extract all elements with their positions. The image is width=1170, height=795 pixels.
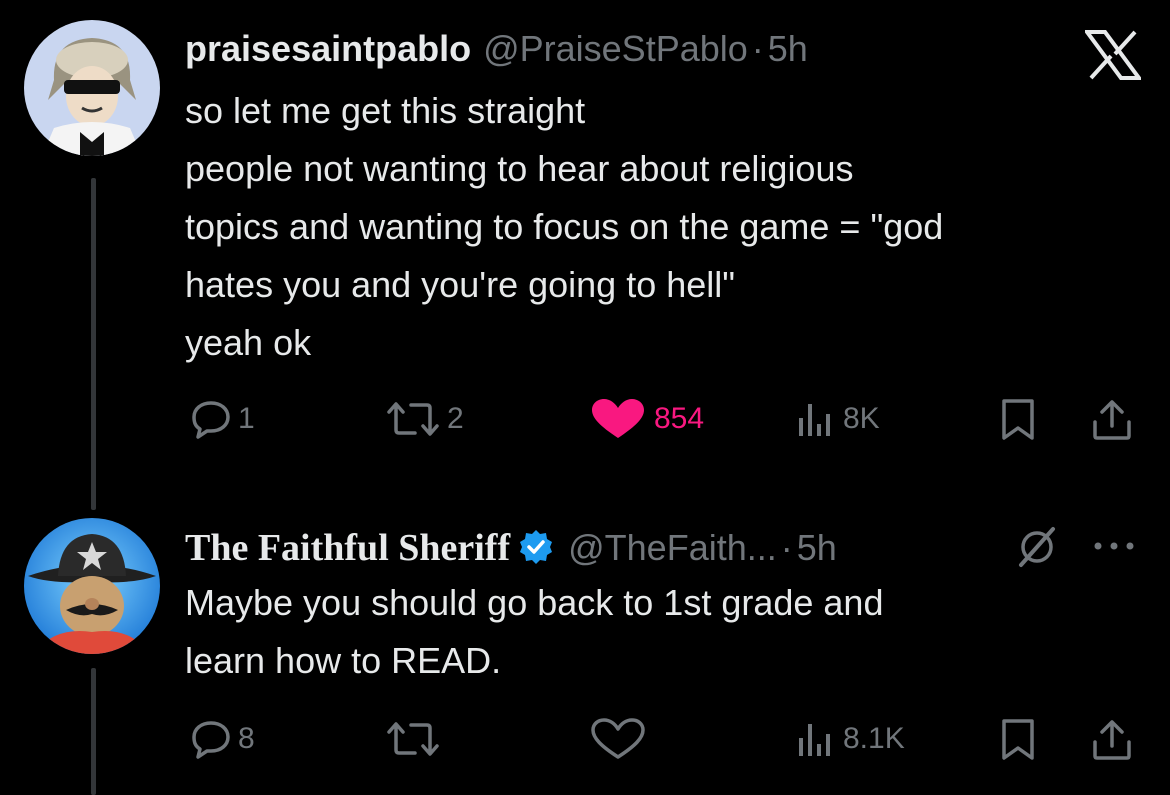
tweet-text-line: so let me get this straight	[185, 90, 586, 131]
reply-reply-count: 8	[238, 722, 255, 755]
share-icon	[1093, 400, 1131, 440]
bookmark-icon	[1002, 719, 1034, 760]
tweet-text: so let me get this straight people not w…	[185, 82, 943, 372]
reply-button[interactable]: 1	[190, 398, 255, 440]
thread-line-top	[91, 178, 96, 510]
tweet-text-line: people not wanting to hear about religio…	[185, 148, 854, 189]
verified-badge-icon	[518, 529, 554, 574]
reply-text: Maybe you should go back to 1st grade an…	[185, 574, 883, 690]
reply-text-line: Maybe you should go back to 1st grade an…	[185, 582, 884, 623]
tweet-text-line: hates you and you're going to hell"	[185, 264, 736, 305]
reply-bookmark-button[interactable]	[998, 718, 1038, 762]
timestamp-separator: ·	[751, 28, 764, 69]
views-icon	[799, 724, 830, 756]
heart-outline-icon	[591, 718, 645, 759]
views-button[interactable]: 8K	[795, 398, 880, 440]
reply-text-line: learn how to READ.	[185, 640, 502, 681]
more-options-icon[interactable]	[1090, 538, 1138, 559]
reply-avatar[interactable]	[24, 518, 160, 654]
share-icon	[1093, 720, 1131, 760]
reply-timestamp[interactable]: 5h	[797, 527, 837, 569]
user-avatar-image	[24, 20, 160, 156]
thread-line-bottom	[91, 668, 96, 795]
author-display-name[interactable]: praisesaintpablo	[185, 28, 471, 70]
reply-like-button[interactable]	[590, 718, 652, 760]
reply-share-button[interactable]	[1090, 718, 1134, 762]
tweet-timestamp[interactable]: 5h	[768, 28, 808, 70]
like-button[interactable]: 854	[590, 398, 704, 440]
bookmark-button[interactable]	[998, 398, 1038, 442]
sheriff-avatar-image	[24, 518, 160, 654]
heart-filled-icon	[592, 399, 644, 438]
repost-icon	[387, 402, 439, 436]
reply-repost-button[interactable]	[385, 718, 447, 760]
reply-header: The Faithful Sheriff @TheFaith... · 5h	[185, 524, 837, 570]
reply-count: 1	[238, 402, 255, 435]
reply-icon	[192, 721, 230, 759]
views-count: 8K	[843, 402, 880, 435]
grok-icon[interactable]	[1015, 525, 1059, 574]
avatar[interactable]	[24, 20, 160, 156]
repost-icon	[387, 722, 439, 756]
views-icon	[799, 404, 830, 436]
bookmark-icon	[1002, 399, 1034, 440]
reply-timestamp-separator: ·	[780, 527, 793, 568]
reply-icon	[192, 401, 230, 439]
tweet-text-line: topics and wanting to focus on the game …	[185, 206, 944, 247]
author-handle[interactable]: @PraiseStPablo	[483, 28, 748, 70]
reply-author-display-name[interactable]: The Faithful Sheriff	[185, 526, 510, 570]
like-count: 854	[654, 402, 705, 435]
tweet-header: praisesaintpablo @PraiseStPablo · 5h	[185, 28, 808, 70]
repost-button[interactable]: 2	[385, 398, 464, 440]
reply-author-handle[interactable]: @TheFaith...	[568, 527, 777, 569]
x-logo-icon[interactable]	[1083, 30, 1143, 85]
repost-count: 2	[447, 402, 464, 435]
share-button[interactable]	[1090, 398, 1134, 442]
reply-views-count: 8.1K	[843, 722, 905, 755]
reply-reply-button[interactable]: 8	[190, 718, 255, 760]
reply-views-button[interactable]: 8.1K	[795, 718, 905, 760]
tweet-text-line: yeah ok	[185, 322, 312, 363]
